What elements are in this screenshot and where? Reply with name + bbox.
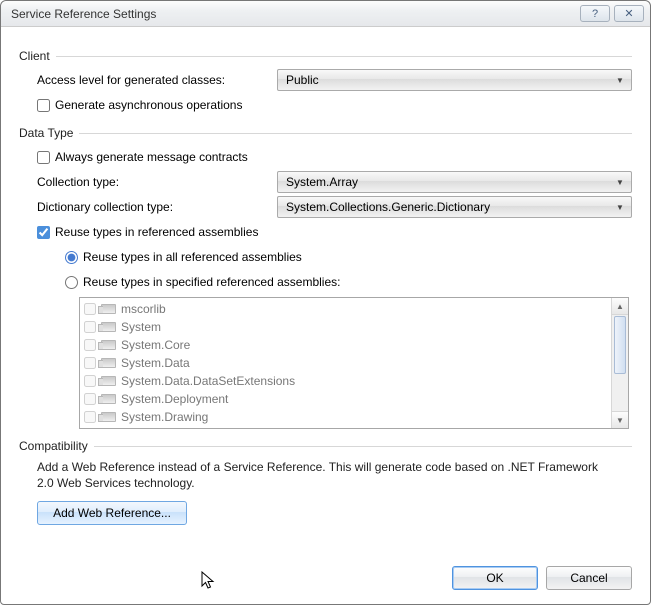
always-gen-checkbox[interactable]: [37, 151, 50, 164]
close-icon: ✕: [624, 7, 633, 20]
row-access-level: Access level for generated classes: Publ…: [37, 69, 632, 91]
chevron-down-icon: ▼: [611, 172, 629, 192]
ok-label: OK: [486, 571, 503, 585]
access-level-combo[interactable]: Public ▼: [277, 69, 632, 91]
divider: [56, 56, 632, 57]
divider: [94, 446, 632, 447]
reuse-spec-label: Reuse types in specified referenced asse…: [78, 275, 340, 289]
row-reuse-all: Reuse types in all referenced assemblies: [65, 246, 632, 268]
list-item[interactable]: System.Deployment: [84, 390, 607, 408]
assembly-name: System.Data: [121, 356, 190, 370]
group-heading: Client: [19, 49, 56, 63]
group-client: Client Access level for generated classe…: [19, 49, 632, 116]
assembly-checkbox[interactable]: [84, 321, 96, 333]
assembly-name: mscorlib: [121, 302, 166, 316]
divider: [79, 133, 632, 134]
assembly-icon: [101, 322, 116, 332]
row-collection-type: Collection type: System.Array ▼: [37, 171, 632, 193]
assembly-name: System.Data.DataSetExtensions: [121, 374, 295, 388]
reuse-checkbox[interactable]: [37, 226, 50, 239]
help-button[interactable]: ?: [580, 5, 610, 22]
cursor-icon: [201, 571, 217, 591]
assembly-icon: [101, 412, 116, 422]
assembly-icon: [101, 394, 116, 404]
scrollbar[interactable]: ▲ ▼: [611, 298, 628, 428]
dialog-button-row: OK Cancel: [452, 566, 632, 590]
assembly-name: System.Core: [121, 338, 190, 352]
gen-async-checkbox[interactable]: [37, 99, 50, 112]
group-header-data-type: Data Type: [19, 126, 632, 140]
scroll-down-button[interactable]: ▼: [612, 411, 628, 428]
list-item[interactable]: System.Core: [84, 336, 607, 354]
titlebar: Service Reference Settings ? ✕: [1, 1, 650, 27]
access-level-value: Public: [286, 73, 611, 87]
reuse-all-label: Reuse types in all referenced assemblies: [78, 250, 302, 264]
assembly-icon: [101, 376, 116, 386]
chevron-down-icon: ▼: [616, 416, 624, 425]
row-reuse: Reuse types in referenced assemblies: [37, 221, 632, 243]
assembly-checkbox[interactable]: [84, 303, 96, 315]
reuse-all-radio[interactable]: [65, 251, 78, 264]
dialog-content: Client Access level for generated classe…: [1, 27, 650, 547]
group-header-client: Client: [19, 49, 632, 63]
assembly-checkbox[interactable]: [84, 411, 96, 423]
assemblies-listbox[interactable]: mscorlib System System.Core System.Data Syst…: [79, 297, 629, 429]
scroll-up-button[interactable]: ▲: [612, 298, 628, 315]
assembly-name: System.Drawing: [121, 410, 208, 424]
reuse-spec-radio[interactable]: [65, 276, 78, 289]
assembly-icon: [101, 358, 116, 368]
list-item[interactable]: System.Data: [84, 354, 607, 372]
dict-type-value: System.Collections.Generic.Dictionary: [286, 200, 611, 214]
window-title: Service Reference Settings: [11, 7, 576, 21]
row-reuse-spec: Reuse types in specified referenced asse…: [65, 271, 632, 293]
assembly-checkbox[interactable]: [84, 339, 96, 351]
chevron-down-icon: ▼: [611, 197, 629, 217]
close-button[interactable]: ✕: [614, 5, 644, 22]
assembly-name: System.Deployment: [121, 392, 228, 406]
list-item[interactable]: System.Drawing: [84, 408, 607, 426]
assembly-checkbox[interactable]: [84, 375, 96, 387]
ok-button[interactable]: OK: [452, 566, 538, 590]
row-dict-type: Dictionary collection type: System.Colle…: [37, 196, 632, 218]
collection-type-label: Collection type:: [37, 175, 277, 189]
compat-text: Add a Web Reference instead of a Service…: [37, 459, 614, 491]
list-item[interactable]: System: [84, 318, 607, 336]
group-heading: Compatibility: [19, 439, 94, 453]
group-data-type: Data Type Always generate message contra…: [19, 126, 632, 429]
assembly-icon: [101, 340, 116, 350]
collection-type-value: System.Array: [286, 175, 611, 189]
cancel-button[interactable]: Cancel: [546, 566, 632, 590]
dict-type-label: Dictionary collection type:: [37, 200, 277, 214]
chevron-down-icon: ▼: [611, 70, 629, 90]
group-heading: Data Type: [19, 126, 79, 140]
gen-async-label: Generate asynchronous operations: [50, 98, 242, 112]
collection-type-combo[interactable]: System.Array ▼: [277, 171, 632, 193]
assembly-checkbox[interactable]: [84, 393, 96, 405]
scroll-thumb[interactable]: [614, 316, 626, 374]
assembly-name: System: [121, 320, 161, 334]
add-web-reference-button[interactable]: Add Web Reference...: [37, 501, 187, 525]
add-web-reference-label: Add Web Reference...: [53, 506, 171, 520]
scroll-track[interactable]: [612, 315, 628, 411]
help-icon: ?: [592, 8, 598, 20]
group-compatibility: Compatibility Add a Web Reference instea…: [19, 439, 632, 525]
dict-type-combo[interactable]: System.Collections.Generic.Dictionary ▼: [277, 196, 632, 218]
access-level-label: Access level for generated classes:: [37, 73, 277, 87]
reuse-label: Reuse types in referenced assemblies: [50, 225, 258, 239]
chevron-up-icon: ▲: [616, 302, 624, 311]
assembly-icon: [101, 304, 116, 314]
list-item[interactable]: System.Data.DataSetExtensions: [84, 372, 607, 390]
row-always-gen: Always generate message contracts: [37, 146, 632, 168]
row-gen-async: Generate asynchronous operations: [37, 94, 632, 116]
assembly-checkbox[interactable]: [84, 357, 96, 369]
group-header-compat: Compatibility: [19, 439, 632, 453]
cancel-label: Cancel: [570, 571, 607, 585]
assemblies-list-inner: mscorlib System System.Core System.Data Syst…: [80, 298, 611, 428]
always-gen-label: Always generate message contracts: [50, 150, 248, 164]
list-item[interactable]: mscorlib: [84, 300, 607, 318]
